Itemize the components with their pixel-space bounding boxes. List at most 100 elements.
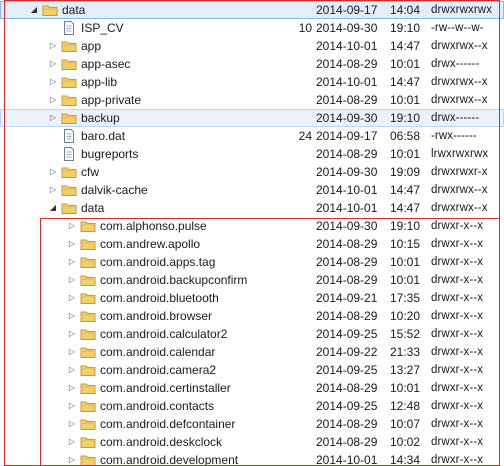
- tree-row[interactable]: ▷ app 2014-10-01 14:47 drwxrwx--x: [0, 37, 504, 55]
- tree-row[interactable]: ◢ data 2014-10-01 14:47 drwxrwx--x: [0, 199, 504, 217]
- triangle-right-icon[interactable]: ▷: [66, 253, 78, 271]
- folder-icon: [80, 453, 96, 466]
- triangle-right-icon[interactable]: ▷: [66, 343, 78, 361]
- entry-permissions: drwxrwx--x: [431, 94, 488, 106]
- entry-time: 10:20: [390, 309, 421, 323]
- folder-icon: [80, 399, 96, 413]
- entry-name: app-lib: [81, 75, 118, 89]
- entry-time: 10:01: [390, 273, 421, 287]
- triangle-down-icon[interactable]: ◢: [47, 199, 59, 217]
- tree-row[interactable]: baro.dat 24 2014-09-17 06:58 -rwx------: [0, 127, 504, 145]
- tree-row[interactable]: ▷ app-lib 2014-10-01 14:47 drwxrwx--x: [0, 73, 504, 91]
- entry-time: 06:58: [390, 129, 421, 143]
- entry-name: com.android.bluetooth: [100, 291, 219, 305]
- entry-date: 2014-09-25: [316, 399, 378, 413]
- entry-time: 10:01: [390, 147, 421, 161]
- entry-date: 2014-10-01: [316, 201, 378, 215]
- triangle-down-icon[interactable]: ◢: [28, 1, 40, 19]
- triangle-right-icon[interactable]: ▷: [66, 433, 78, 451]
- entry-time: 21:33: [390, 345, 421, 359]
- folder-icon: [80, 345, 96, 359]
- file-tree[interactable]: ◢ data 2014-09-17 14:04 drwxrwxrwx ISP_CV 10 20…: [0, 0, 504, 466]
- tree-row[interactable]: ▷ com.android.apps.tag 2014-08-29 10:01 drwx…: [0, 253, 504, 271]
- triangle-right-icon[interactable]: ▷: [47, 91, 59, 109]
- tree-row[interactable]: ▷ dalvik-cache 2014-10-01 14:47 drwxrwx--x: [0, 181, 504, 199]
- tree-row[interactable]: ▷ com.android.deskclock 2014-08-29 10:02 drw…: [0, 433, 504, 451]
- entry-date: 2014-09-25: [316, 363, 378, 377]
- folder-icon: [61, 57, 77, 71]
- entry-date: 2014-09-17: [316, 3, 378, 17]
- triangle-right-icon[interactable]: ▷: [47, 73, 59, 91]
- entry-time: 17:35: [390, 291, 421, 305]
- entry-time: 12:48: [390, 399, 421, 413]
- triangle-right-icon[interactable]: ▷: [47, 37, 59, 55]
- entry-date: 2014-09-22: [316, 345, 378, 359]
- tree-row[interactable]: ▷ com.android.development 2014-10-01 14:34 d…: [0, 451, 504, 466]
- entry-time: 10:01: [390, 93, 421, 107]
- entry-permissions: drwxrwxrwx: [431, 4, 493, 16]
- entry-name: com.alphonso.pulse: [100, 219, 207, 233]
- tree-row[interactable]: ▷ com.android.backupconfirm 2014-08-29 10:0…: [0, 271, 504, 289]
- triangle-right-icon[interactable]: ▷: [66, 325, 78, 343]
- entry-name: data: [62, 3, 86, 17]
- tree-row[interactable]: ▷ app-private 2014-08-29 10:01 drwxrwx--x: [0, 91, 504, 109]
- entry-name: com.android.calendar: [100, 345, 216, 359]
- entry-time: 14:47: [390, 75, 421, 89]
- file-icon: [61, 147, 77, 161]
- triangle-right-icon[interactable]: ▷: [66, 361, 78, 379]
- folder-icon: [61, 201, 77, 215]
- entry-time: 14:47: [390, 39, 421, 53]
- folder-icon: [80, 309, 96, 323]
- triangle-right-icon[interactable]: ▷: [66, 397, 78, 415]
- triangle-right-icon[interactable]: ▷: [47, 163, 59, 181]
- tree-row[interactable]: ▷ com.android.browser 2014-08-29 10:20 drwxr…: [0, 307, 504, 325]
- tree-row[interactable]: ▷ com.android.contacts 2014-09-25 12:48 drwx…: [0, 397, 504, 415]
- tree-row[interactable]: ▷ com.android.calculator2 2014-09-25 15:52 d…: [0, 325, 504, 343]
- entry-date: 2014-09-30: [316, 219, 378, 233]
- tree-row[interactable]: ◢ data 2014-09-17 14:04 drwxrwxrwx: [0, 1, 504, 19]
- tree-row[interactable]: bugreports 2014-08-29 10:01 lrwxrwxrwx: [0, 145, 504, 163]
- tree-row[interactable]: ▷ com.android.defcontainer 2014-08-29 10:07…: [0, 415, 504, 433]
- entry-time: 19:09: [390, 165, 421, 179]
- tree-row[interactable]: ISP_CV 10 2014-09-30 19:10 -rw--w--w-: [0, 19, 504, 37]
- tree-row[interactable]: ▷ backup 2014-09-30 19:10 drwx------: [0, 109, 504, 127]
- entry-permissions: drwxr-x--x: [431, 220, 484, 232]
- folder-icon: [61, 165, 77, 179]
- triangle-right-icon[interactable]: ▷: [66, 415, 78, 433]
- triangle-right-icon[interactable]: ▷: [66, 307, 78, 325]
- triangle-right-icon[interactable]: ▷: [66, 289, 78, 307]
- tree-row[interactable]: ▷ com.android.camera2 2014-09-25 13:27 drwxr…: [0, 361, 504, 379]
- entry-permissions: lrwxrwxrwx: [431, 148, 489, 160]
- entry-date: 2014-09-30: [316, 165, 378, 179]
- entry-date: 2014-10-01: [316, 453, 378, 466]
- entry-name: bugreports: [81, 147, 139, 161]
- triangle-right-icon[interactable]: ▷: [47, 109, 59, 127]
- folder-icon: [61, 75, 77, 89]
- tree-row[interactable]: ▷ com.andrew.apollo 2014-08-29 10:15 drwxr-x…: [0, 235, 504, 253]
- entry-time: 10:02: [390, 435, 421, 449]
- triangle-right-icon[interactable]: ▷: [66, 451, 78, 466]
- triangle-right-icon[interactable]: ▷: [66, 271, 78, 289]
- tree-row[interactable]: ▷ com.alphonso.pulse 2014-09-30 19:10 drwxr-…: [0, 217, 504, 235]
- tree-row[interactable]: ▷ app-asec 2014-08-29 10:01 drwx------: [0, 55, 504, 73]
- entry-date: 2014-08-29: [316, 417, 378, 431]
- entry-name: com.android.calculator2: [100, 327, 228, 341]
- folder-icon: [80, 237, 96, 251]
- entry-name: baro.dat: [81, 129, 126, 143]
- triangle-right-icon[interactable]: ▷: [47, 181, 59, 199]
- triangle-right-icon[interactable]: ▷: [66, 235, 78, 253]
- entry-name: com.android.camera2: [100, 363, 217, 377]
- triangle-right-icon[interactable]: ▷: [66, 217, 78, 235]
- entry-permissions: drwxrwxr-x: [431, 166, 488, 178]
- triangle-right-icon[interactable]: ▷: [66, 379, 78, 397]
- folder-icon: [61, 183, 77, 197]
- triangle-right-icon[interactable]: ▷: [47, 55, 59, 73]
- entry-name: com.android.browser: [100, 309, 213, 323]
- entry-date: 2014-08-29: [316, 381, 378, 395]
- tree-row[interactable]: ▷ com.android.calendar 2014-09-22 21:33 drwx…: [0, 343, 504, 361]
- entry-date: 2014-09-21: [316, 291, 378, 305]
- tree-row[interactable]: ▷ com.android.bluetooth 2014-09-21 17:35 drw…: [0, 289, 504, 307]
- entry-date: 2014-10-01: [316, 39, 378, 53]
- tree-row[interactable]: ▷ com.android.certinstaller 2014-08-29 10:0…: [0, 379, 504, 397]
- tree-row[interactable]: ▷ cfw 2014-09-30 19:09 drwxrwxr-x: [0, 163, 504, 181]
